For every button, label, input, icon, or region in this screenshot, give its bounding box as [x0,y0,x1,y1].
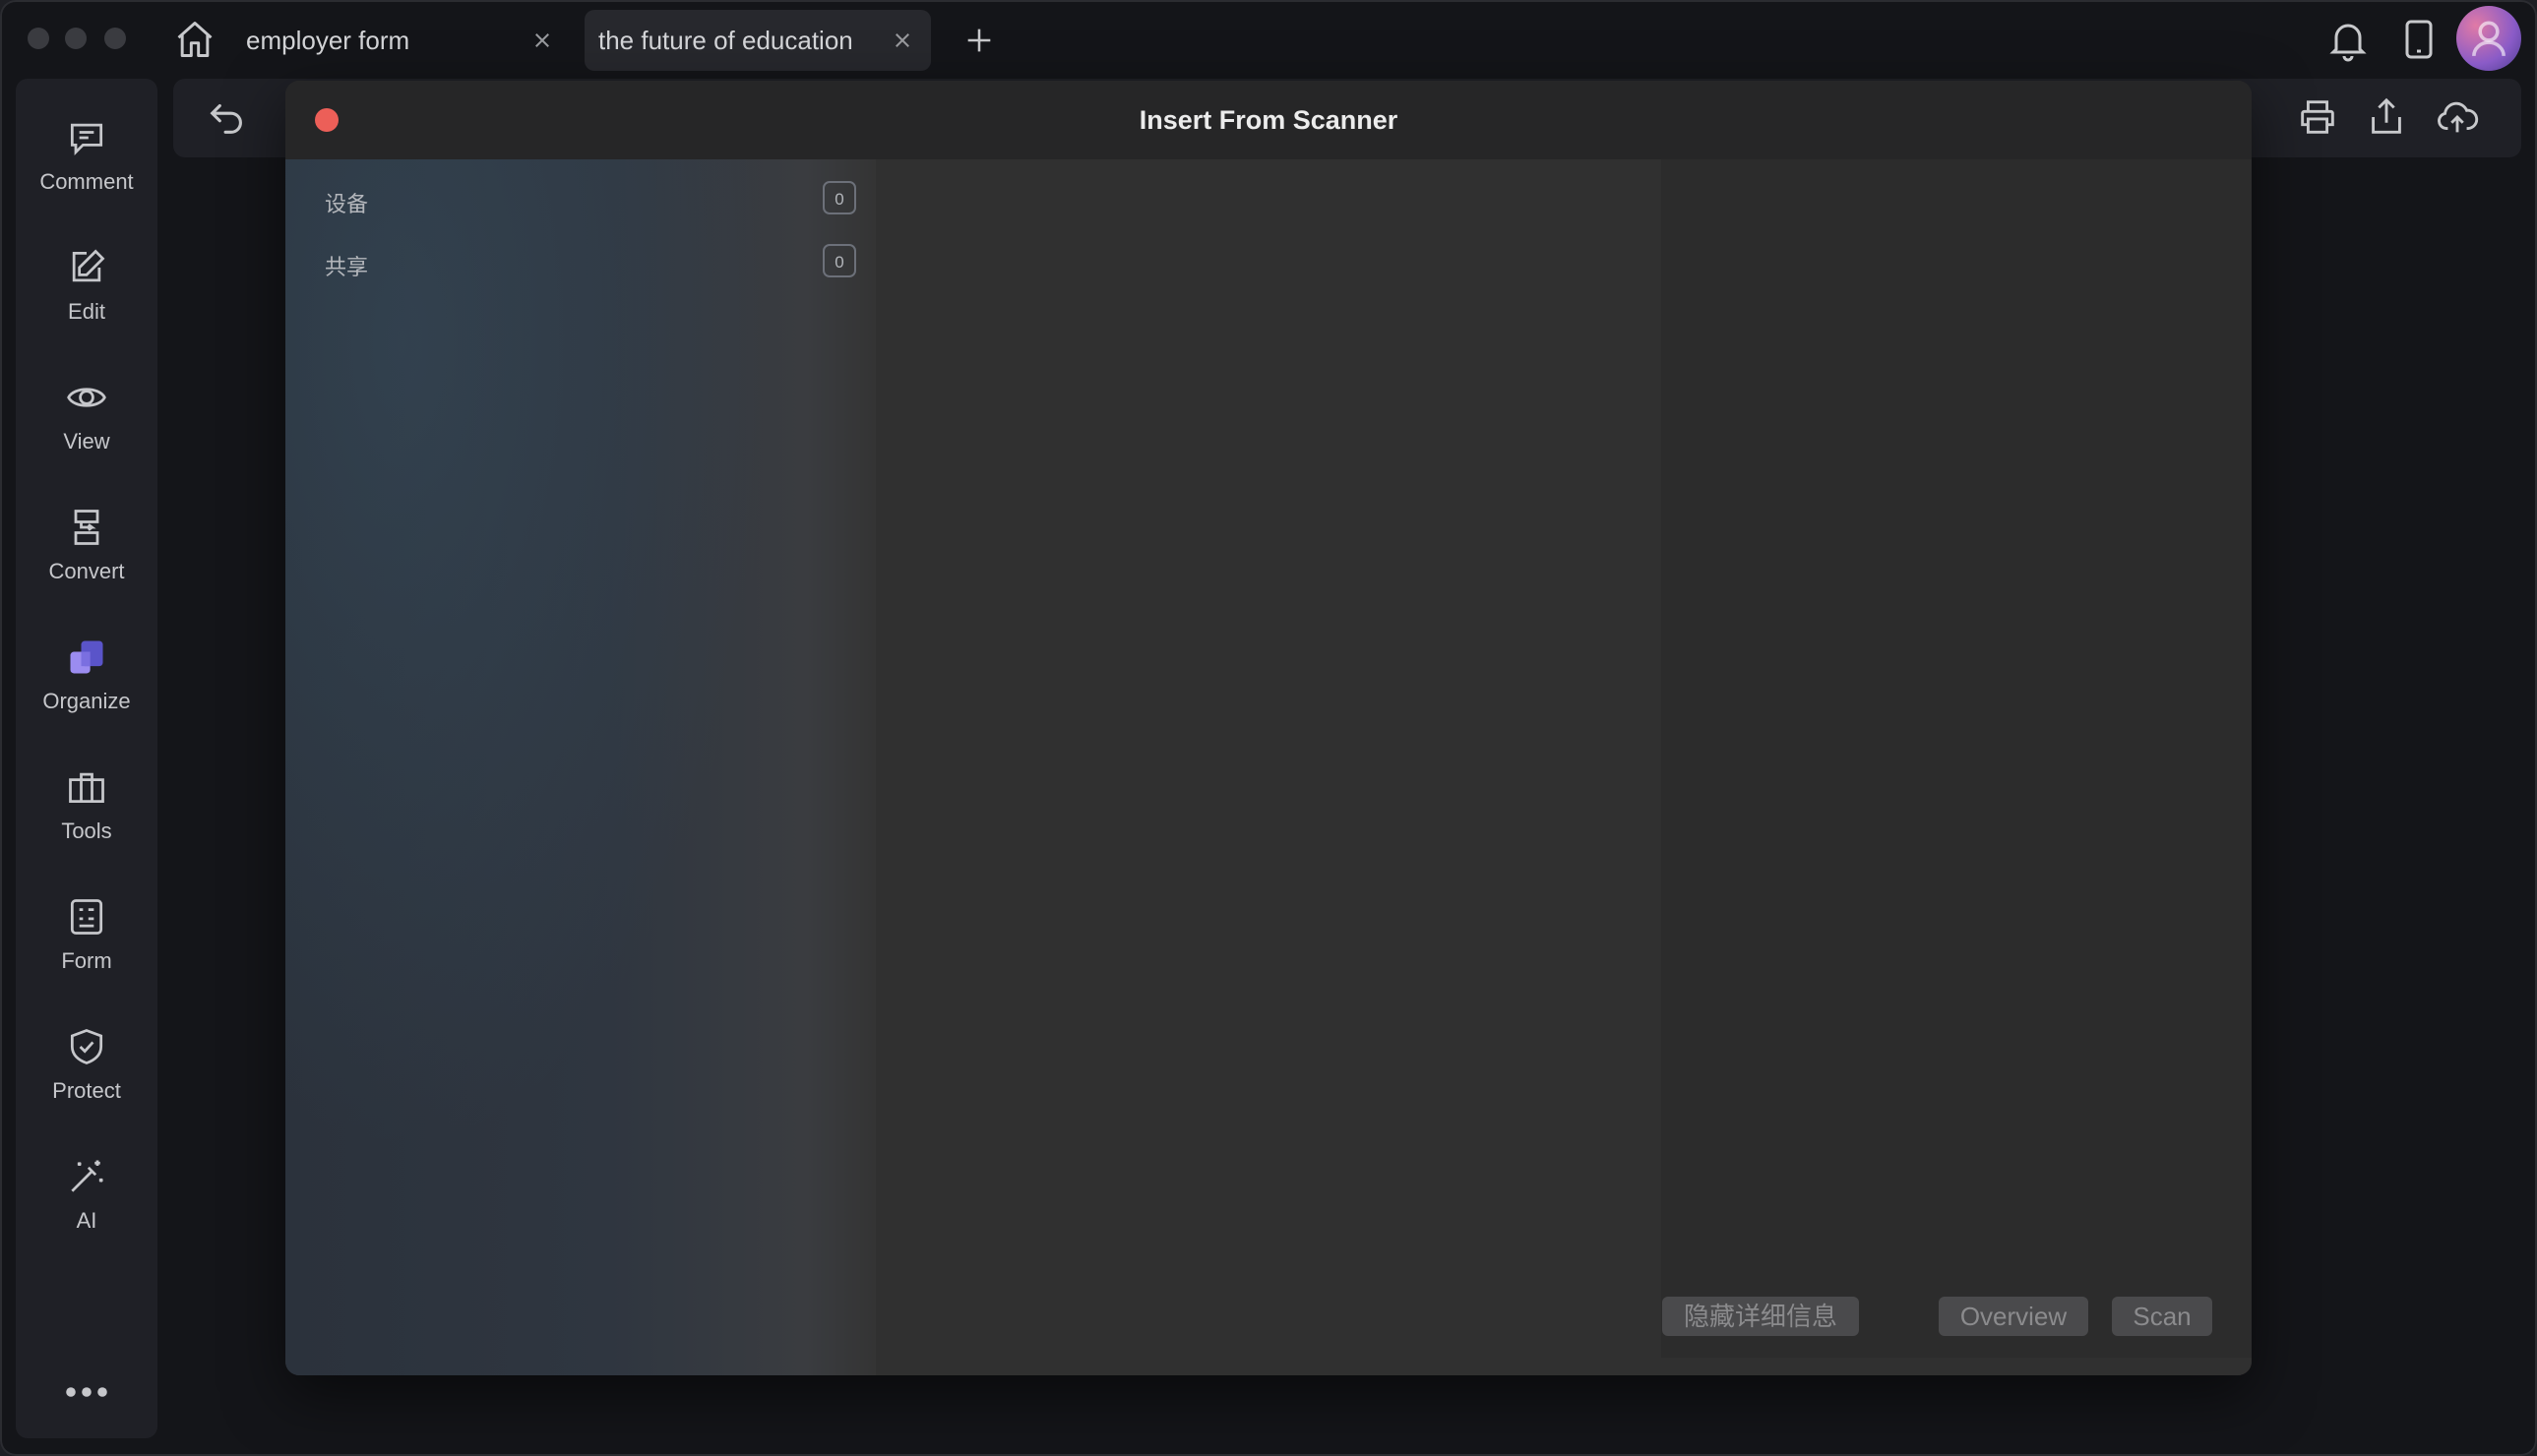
convert-icon [74,510,99,545]
sidebar-item-form[interactable]: Form [16,878,157,986]
more-icon[interactable] [59,1377,114,1407]
close-tab-icon[interactable] [888,26,917,55]
sidebar-item-organize[interactable]: Organize [16,618,157,726]
tablet-icon[interactable] [2395,16,2443,63]
print-icon[interactable] [2295,94,2340,140]
organize-icon [70,640,103,674]
form-icon [70,899,103,935]
insert-from-scanner-dialog: Insert From Scanner 设备 0 共享 0 隐藏详细信息 Ove… [285,81,2252,1375]
sidebar-item-label: Form [61,948,112,973]
sidebar-item-label: Protect [52,1078,121,1103]
undo-icon[interactable] [205,94,250,140]
sidebar-item-edit[interactable]: Edit [16,228,157,336]
sidebar-item-label: View [63,429,110,454]
window-minimize-button[interactable] [65,28,87,49]
cloud-upload-icon[interactable] [2435,94,2480,140]
window-zoom-button[interactable] [104,28,126,49]
left-sidebar: Comment Edit View Convert Organize Tools… [16,79,157,1438]
tab-future-of-education[interactable]: the future of education [585,10,931,71]
source-label: 共享 [325,255,369,279]
source-label: 设备 [325,192,369,216]
hide-details-button[interactable]: 隐藏详细信息 [1662,1297,1859,1336]
share-icon[interactable] [2364,94,2409,140]
dialog-header: Insert From Scanner [285,81,2252,159]
comment-icon [70,123,103,155]
sidebar-item-comment[interactable]: Comment [16,98,157,207]
tab-label: employer form [246,25,410,55]
dialog-close-button[interactable] [315,108,339,132]
shield-icon [70,1029,103,1064]
bell-icon[interactable] [2324,16,2372,63]
sidebar-item-label: Organize [42,689,131,713]
new-tab-icon[interactable] [962,24,996,57]
app-window: employer form the future of education Co… [0,0,2537,1456]
sidebar-item-label: Edit [68,299,105,324]
scanner-details-panel [1661,159,2252,1358]
dialog-footer [876,1358,2252,1375]
close-tab-icon[interactable] [527,26,557,55]
sidebar-item-protect[interactable]: Protect [16,1007,157,1116]
scan-button[interactable]: Scan [2112,1297,2212,1336]
overview-button[interactable]: Overview [1939,1297,2088,1336]
toolbox-icon [69,772,104,804]
edit-icon [72,249,105,282]
sidebar-item-tools[interactable]: Tools [16,748,157,856]
user-icon [2472,21,2506,57]
window-close-button[interactable] [28,28,49,49]
sidebar-item-label: Tools [61,819,112,843]
avatar[interactable] [2456,6,2521,71]
magic-wand-icon [71,1160,103,1192]
source-item-devices[interactable]: 设备 0 [325,177,856,226]
source-count-badge: 0 [823,181,856,214]
home-icon[interactable] [173,18,217,61]
title-bar: employer form the future of education [0,0,2537,79]
sidebar-item-view[interactable]: View [16,358,157,466]
sidebar-item-label: Convert [48,559,125,583]
dialog-title: Insert From Scanner [1139,105,1398,135]
tab-label: the future of education [598,25,853,55]
sidebar-item-label: Comment [39,169,134,194]
sidebar-item-ai[interactable]: AI [16,1137,157,1245]
eye-icon [67,388,106,407]
source-item-shared[interactable]: 共享 0 [325,240,856,289]
source-count-badge: 0 [823,244,856,277]
sidebar-item-convert[interactable]: Convert [16,488,157,596]
scan-preview-area [876,159,1661,1375]
scanner-source-list: 设备 0 共享 0 [285,159,876,1375]
sidebar-item-label: AI [76,1208,97,1233]
tab-employer-form[interactable]: employer form [232,10,571,71]
